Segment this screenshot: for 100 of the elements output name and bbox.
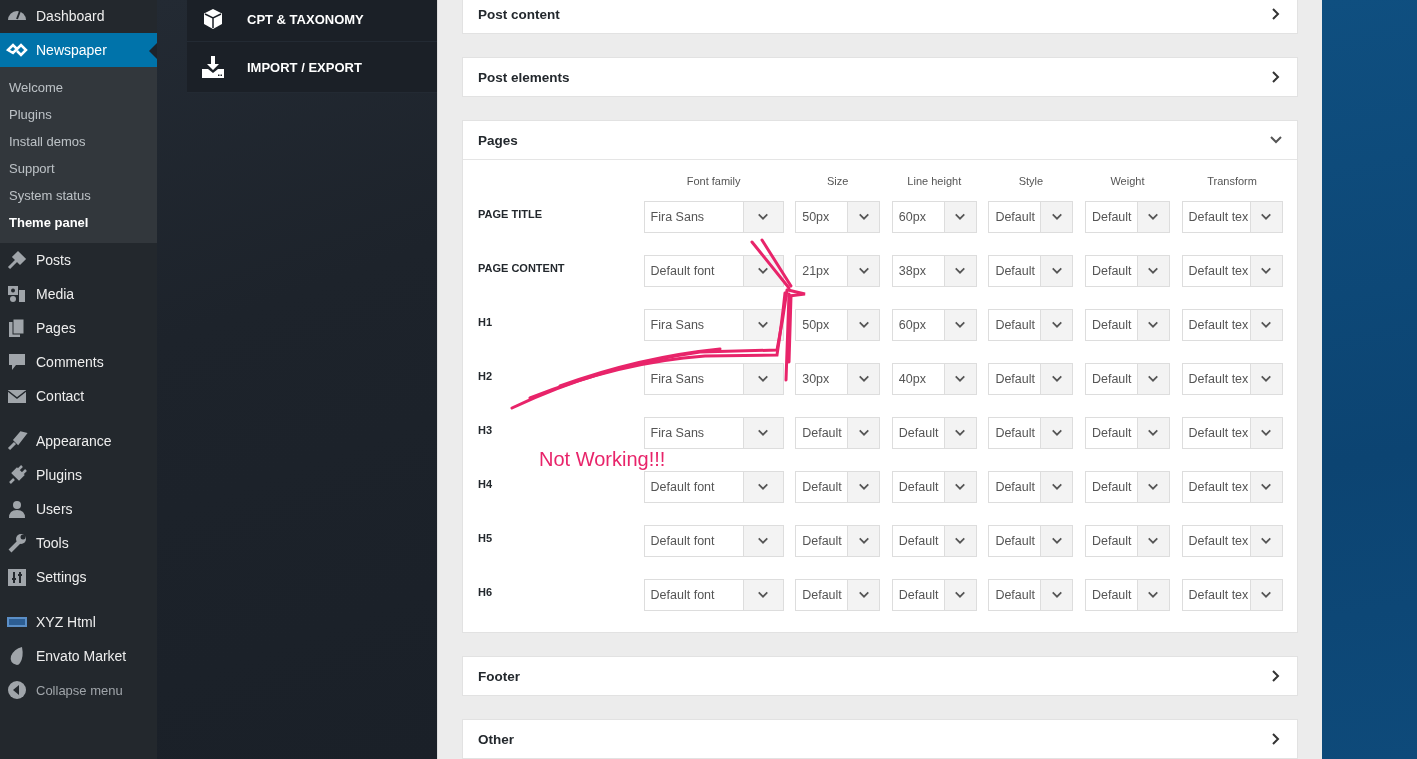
menu-item[interactable]: Pages: [0, 311, 157, 345]
section-title[interactable]: Pages: [478, 132, 518, 148]
menu-item[interactable]: Media: [0, 277, 157, 311]
column-header: Line height: [906, 174, 963, 189]
select-field[interactable]: Default tex: [1181, 471, 1283, 503]
menu-item[interactable]: XYZ Html: [0, 605, 157, 639]
wrench-icon: [6, 532, 28, 554]
select-field[interactable]: Fira Sans: [643, 201, 784, 233]
submenu-item[interactable]: Support: [0, 155, 157, 182]
select-field[interactable]: 30px: [795, 363, 881, 395]
select-field[interactable]: Default: [795, 579, 881, 611]
select-field[interactable]: Default: [1084, 255, 1170, 287]
pin-icon: [6, 249, 28, 271]
menu-item[interactable]: Contact: [0, 379, 157, 413]
select-field[interactable]: Default: [891, 579, 977, 611]
menu-item[interactable]: Appearance: [0, 424, 157, 458]
select-field[interactable]: Default: [988, 201, 1074, 233]
select-field[interactable]: Default: [1084, 309, 1170, 341]
submenu-item[interactable]: Plugins: [0, 101, 157, 128]
select-field[interactable]: Default: [988, 471, 1074, 503]
menu-item[interactable]: Settings: [0, 560, 157, 594]
select-field[interactable]: Default: [988, 417, 1074, 449]
select-field[interactable]: Default: [891, 417, 977, 449]
menu-item[interactable]: Users: [0, 492, 157, 526]
select-field[interactable]: 50px: [795, 201, 881, 233]
select-field[interactable]: Default: [1084, 525, 1170, 557]
submenu-item[interactable]: Install demos: [0, 128, 157, 155]
select-field[interactable]: Default font: [643, 255, 784, 287]
row-label: H1: [478, 316, 494, 328]
select-field[interactable]: Default: [988, 363, 1074, 395]
select-field[interactable]: Default tex: [1181, 579, 1283, 611]
select-field[interactable]: Default tex: [1181, 417, 1283, 449]
select-field[interactable]: 60px: [891, 309, 977, 341]
select-field[interactable]: Default: [1084, 417, 1170, 449]
submenu-item[interactable]: Welcome: [0, 74, 157, 101]
select-field[interactable]: 40px: [891, 363, 977, 395]
select-field[interactable]: Default: [795, 471, 881, 503]
select-field[interactable]: Default tex: [1181, 309, 1283, 341]
select-field[interactable]: Default tex: [1181, 525, 1283, 557]
menu-item[interactable]: Tools: [0, 526, 157, 560]
column-header: Size: [826, 174, 850, 189]
select-field[interactable]: Default: [1084, 579, 1170, 611]
media-icon: [6, 283, 28, 305]
menu-item[interactable]: Comments: [0, 345, 157, 379]
row-label: H5: [478, 532, 494, 544]
select-field[interactable]: Default: [988, 309, 1074, 341]
row-label: H2: [478, 370, 494, 382]
select-field[interactable]: Default: [1084, 471, 1170, 503]
select-field[interactable]: Default: [1084, 363, 1170, 395]
menu-item[interactable]: Envato Market: [0, 639, 157, 673]
panel-link[interactable]: IMPORT / EXPORT: [247, 59, 362, 75]
select-field[interactable]: Default: [795, 525, 881, 557]
select-field[interactable]: Default: [891, 471, 977, 503]
section-title[interactable]: Post elements: [478, 69, 570, 85]
panel-link[interactable]: CPT & TAXONOMY: [247, 11, 364, 27]
menu-item[interactable]: Posts: [0, 243, 157, 277]
select-field[interactable]: Default: [795, 417, 881, 449]
section-title[interactable]: Post content: [478, 6, 560, 22]
annotation-text: Not Working!!!: [539, 449, 666, 469]
row-label: PAGE CONTENT: [478, 262, 566, 274]
section-title[interactable]: Other: [478, 731, 514, 747]
cube-icon: [201, 7, 225, 31]
select-field[interactable]: Default: [988, 579, 1074, 611]
submenu-item[interactable]: Theme panel: [0, 209, 157, 236]
menu-item[interactable]: Plugins: [0, 458, 157, 492]
select-field[interactable]: Default font: [643, 525, 784, 557]
column-header: Weight: [1109, 174, 1146, 189]
user-icon: [6, 498, 28, 520]
column-header: Style: [1017, 174, 1045, 189]
section-title[interactable]: Footer: [478, 668, 520, 684]
select-field[interactable]: Fira Sans: [643, 363, 784, 395]
column-header: Transform: [1206, 174, 1258, 189]
select-field[interactable]: Fira Sans: [643, 309, 784, 341]
column-header: Font family: [685, 174, 742, 189]
sliders-icon: [6, 566, 28, 588]
menu-item[interactable]: Dashboard: [0, 0, 157, 33]
select-field[interactable]: 50px: [795, 309, 881, 341]
row-label: H3: [478, 424, 494, 436]
select-field[interactable]: Default: [988, 525, 1074, 557]
select-field[interactable]: Default: [891, 525, 977, 557]
select-field[interactable]: Default tex: [1181, 363, 1283, 395]
select-field[interactable]: 38px: [891, 255, 977, 287]
select-field[interactable]: Default font: [643, 579, 784, 611]
select-field[interactable]: Default: [1084, 201, 1170, 233]
select-field[interactable]: Fira Sans: [643, 417, 784, 449]
collapse-icon: [6, 679, 28, 701]
select-field[interactable]: Default tex: [1181, 201, 1283, 233]
select-field[interactable]: Default: [988, 255, 1074, 287]
row-label: H6: [478, 586, 494, 598]
submenu-item[interactable]: System status: [0, 182, 157, 209]
row-label: H4: [478, 478, 494, 490]
row-label: PAGE TITLE: [478, 208, 543, 220]
download-icon: [201, 55, 225, 79]
select-field[interactable]: Default font: [643, 471, 784, 503]
collapse-menu-button[interactable]: Collapse menu: [0, 673, 157, 707]
menu-item[interactable]: Newspaper: [0, 33, 157, 67]
select-field[interactable]: 60px: [891, 201, 977, 233]
brush-icon: [6, 430, 28, 452]
select-field[interactable]: 21px: [795, 255, 881, 287]
select-field[interactable]: Default tex: [1181, 255, 1283, 287]
